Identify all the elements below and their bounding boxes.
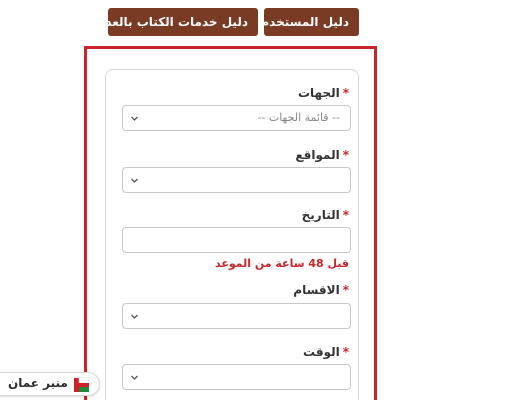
time-label: *الوقت <box>303 345 349 359</box>
departments-label: *الاقسام <box>293 283 349 297</box>
highlight-frame: *الجهات -- قائمة الجهات -- *المواقع *الت… <box>84 46 377 400</box>
required-mark: * <box>342 283 349 297</box>
required-mark: * <box>342 86 349 100</box>
date-label: *التاريخ <box>301 208 349 222</box>
required-mark: * <box>342 148 349 162</box>
chevron-down-icon <box>131 374 138 381</box>
entities-select[interactable]: -- قائمة الجهات -- <box>122 105 351 131</box>
watermark-text: منبر عمان <box>8 376 68 390</box>
site-watermark: منبر عمان <box>0 372 100 396</box>
chevron-down-icon <box>131 313 138 320</box>
locations-label: *المواقع <box>295 148 349 162</box>
booking-form-panel: *الجهات -- قائمة الجهات -- *المواقع *الت… <box>105 69 359 400</box>
locations-select[interactable] <box>122 167 351 193</box>
user-guide-button[interactable]: دليل المستخدم <box>260 8 359 36</box>
departments-select[interactable] <box>122 303 351 329</box>
notary-services-guide-button[interactable]: دليل خدمات الكتاب بالعدل <box>95 8 258 36</box>
time-select[interactable] <box>122 364 351 390</box>
booking-notice-text: قبل 48 ساعة من الموعد <box>214 257 349 270</box>
entities-label: *الجهات <box>297 86 349 100</box>
oman-flag-logo-icon <box>73 376 91 394</box>
top-button-bar: دليل خدمات الكتاب بالعدل دليل المستخدم <box>95 8 359 36</box>
required-mark: * <box>342 208 349 222</box>
chevron-down-icon <box>131 177 138 184</box>
entities-select-placeholder: -- قائمة الجهات -- <box>257 111 340 124</box>
required-mark: * <box>342 345 349 359</box>
chevron-down-icon <box>131 115 138 122</box>
date-input[interactable] <box>122 227 351 253</box>
